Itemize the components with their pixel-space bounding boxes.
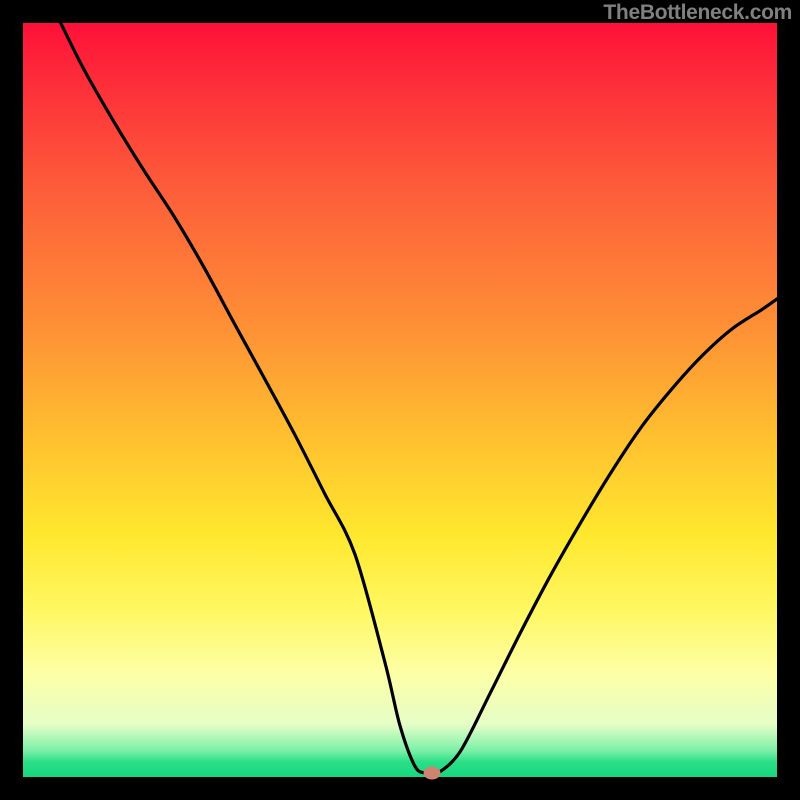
attribution-text: TheBottleneck.com [603,1,792,25]
optimal-point-marker [424,767,441,780]
chart-plot-area [23,23,777,777]
chart-frame: TheBottleneck.com [0,0,800,800]
bottleneck-curve [23,23,777,777]
